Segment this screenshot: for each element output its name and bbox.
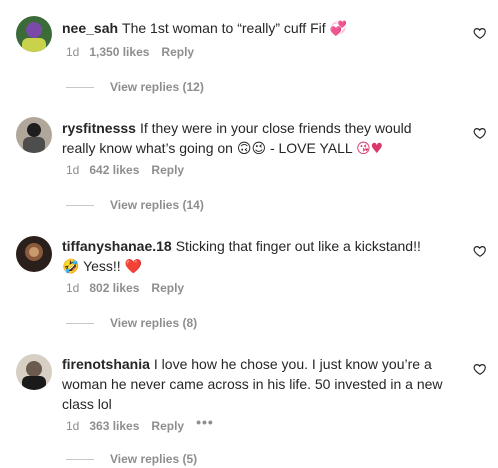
view-replies-button[interactable]: View replies (8) [66,316,197,330]
username[interactable]: nee_sah [62,20,118,36]
timestamp[interactable]: 1d [66,419,79,433]
view-replies-button[interactable]: View replies (12) [66,80,204,94]
divider-line [66,322,94,324]
reply-button[interactable]: Reply [151,281,184,295]
username[interactable]: tiffanyshanae.18 [62,238,172,254]
heart-outline-icon[interactable] [473,362,487,376]
reply-button[interactable]: Reply [151,163,184,177]
comment-meta: 1d 802 likes Reply [66,281,196,295]
view-replies-label: View replies (5) [110,452,198,466]
comment-meta: 1d 1,350 likes Reply [66,45,206,59]
kiss-emojis: 😘♥ [356,141,384,157]
comment-body: The 1st woman to “really” cuff Fif [122,20,326,36]
comment-body: Sticking that finger out like a kickstan… [175,238,421,254]
comment-text: rysfitnesss If they were in your close fr… [62,118,432,159]
likes-count[interactable]: 1,350 likes [89,45,149,59]
avatar[interactable] [16,117,52,153]
view-replies-label: View replies (12) [110,80,204,94]
comment-body-2: - LOVE YALL [269,140,353,156]
username[interactable]: firenotshania [62,356,150,372]
username[interactable]: rysfitnesss [62,120,136,136]
view-replies-label: View replies (8) [110,316,198,330]
reply-button[interactable]: Reply [151,419,184,433]
more-options-button[interactable]: ••• [196,414,214,430]
view-replies-button[interactable]: View replies (14) [66,198,204,212]
view-replies-button[interactable]: View replies (5) [66,452,197,466]
heart-outline-icon[interactable] [473,26,487,40]
red-heart-emoji: ❤️ [124,259,143,275]
divider-line [66,458,94,460]
divider-line [66,86,94,88]
likes-count[interactable]: 363 likes [89,419,139,433]
avatar[interactable] [16,16,52,52]
heart-outline-icon[interactable] [473,126,487,140]
comment-body-2: Yess!! [83,258,121,274]
face-emojis: 🙃😉 [236,141,267,157]
avatar[interactable] [16,354,52,390]
comment-meta: 1d 363 likes Reply ••• [66,414,226,433]
comment-meta: 1d 642 likes Reply [66,163,196,177]
timestamp[interactable]: 1d [66,163,79,177]
laughing-emoji: 🤣 [62,259,80,275]
comment-text: nee_sah The 1st woman to “really” cuff Fi… [62,18,462,39]
divider-line [66,204,94,206]
likes-count[interactable]: 642 likes [89,163,139,177]
timestamp[interactable]: 1d [66,45,79,59]
heart-outline-icon[interactable] [473,244,487,258]
heart-emoji: 💞 [329,21,347,37]
reply-button[interactable]: Reply [161,45,194,59]
avatar[interactable] [16,236,52,272]
timestamp[interactable]: 1d [66,281,79,295]
comment-text: firenotshania I love how he chose you. I … [62,354,454,414]
likes-count[interactable]: 802 likes [89,281,139,295]
comment-text: tiffanyshanae.18 Sticking that finger out… [62,236,452,277]
view-replies-label: View replies (14) [110,198,204,212]
